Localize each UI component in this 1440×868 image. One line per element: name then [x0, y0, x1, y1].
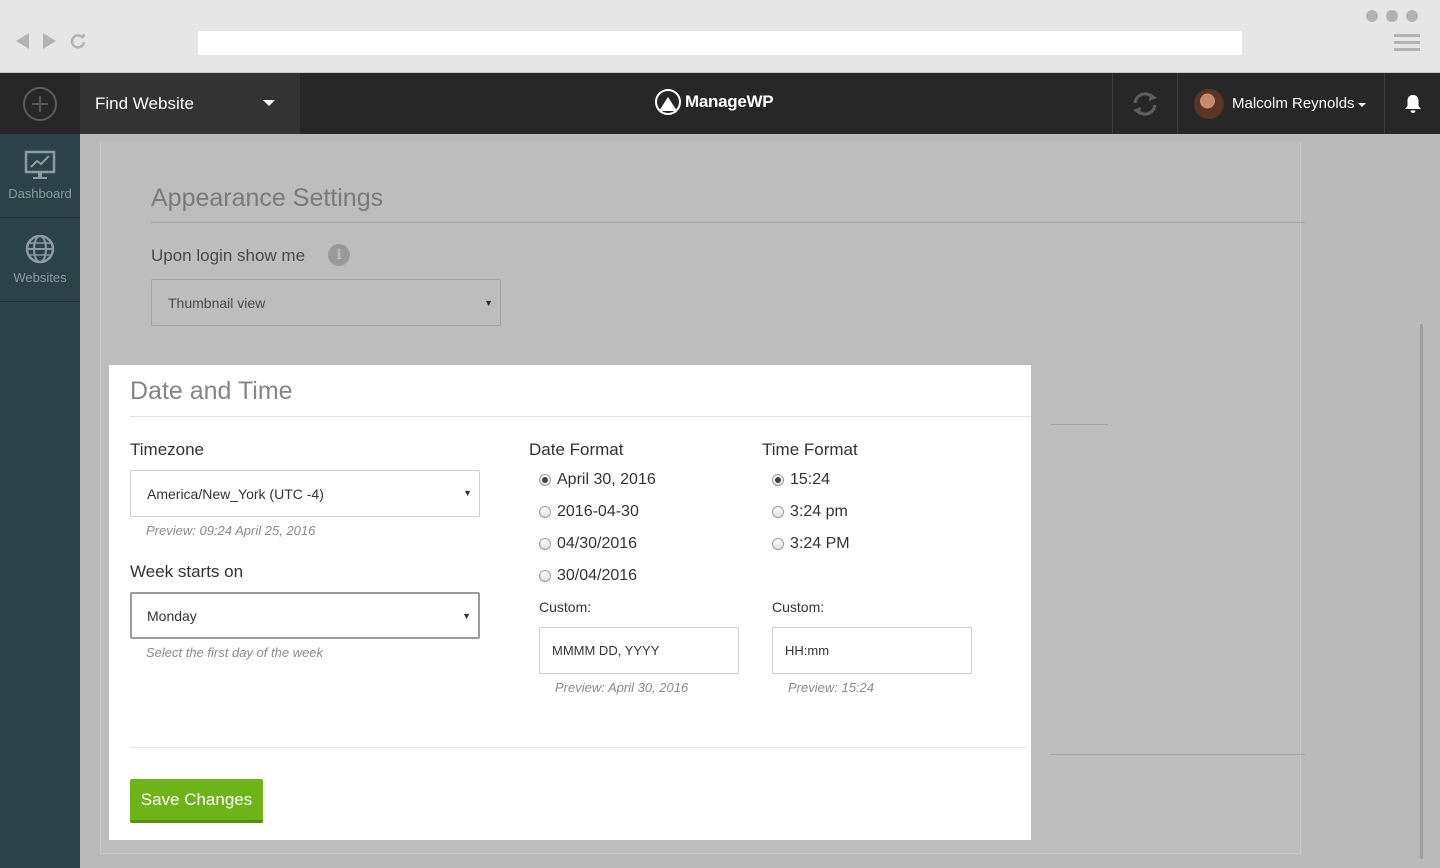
sidebar-item-websites[interactable]: Websites — [0, 218, 80, 302]
radio-button[interactable] — [539, 538, 551, 550]
find-website-label: Find Website — [95, 93, 194, 113]
appearance-settings-title: Appearance Settings — [151, 184, 384, 212]
sync-icon — [1133, 91, 1157, 116]
date-time-card: Date and Time Timezone America/New_York … — [109, 365, 1031, 840]
logo[interactable]: ManageWP — [655, 89, 774, 115]
date-preview: Preview: April 30, 2016 — [555, 680, 689, 695]
time-format-option[interactable]: 3:24 pm — [772, 503, 848, 521]
login-view-label: Upon login show me — [151, 246, 306, 265]
sidebar-item-dashboard[interactable]: Dashboard — [0, 134, 80, 218]
week-start-hint: Select the first day of the week — [146, 645, 324, 660]
user-name: Malcolm Reynolds — [1232, 95, 1355, 112]
divider — [130, 747, 1026, 748]
dropdown-arrow-icon: ▼ — [484, 298, 493, 308]
back-icon[interactable] — [16, 33, 29, 49]
radio-button[interactable] — [772, 538, 784, 550]
time-custom-label: Custom: — [772, 599, 825, 615]
timezone-label: Timezone — [130, 440, 205, 459]
radio-button[interactable] — [539, 474, 551, 486]
scrollbar[interactable] — [1420, 324, 1423, 859]
avatar — [1194, 88, 1224, 119]
login-view-value: Thumbnail view — [168, 295, 266, 311]
week-start-value: Monday — [147, 608, 197, 624]
top-bar: Find Website ManageWP Malcolm Reynolds — [0, 73, 1440, 134]
sidebar: Dashboard Websites — [0, 134, 80, 868]
time-custom-input[interactable] — [772, 627, 972, 674]
user-menu[interactable]: Malcolm Reynolds — [1178, 73, 1384, 134]
date-custom-label: Custom: — [539, 599, 592, 615]
date-custom-input[interactable] — [539, 627, 739, 674]
dashboard-icon — [24, 150, 56, 179]
dropdown-arrow-icon: ▼ — [462, 611, 471, 621]
divider — [1051, 424, 1108, 425]
add-website-button[interactable] — [0, 73, 80, 134]
radio-button[interactable] — [539, 570, 551, 582]
radio-button[interactable] — [772, 506, 784, 518]
time-preview: Preview: 15:24 — [788, 680, 874, 695]
time-format-label: Time Format — [762, 440, 858, 459]
address-bar[interactable] — [198, 31, 1242, 55]
date-format-label: Date Format — [529, 440, 624, 459]
date-format-option[interactable]: 2016-04-30 — [539, 503, 639, 521]
date-format-option[interactable]: April 30, 2016 — [539, 471, 656, 489]
sidebar-item-label: Dashboard — [8, 186, 72, 201]
week-start-select[interactable]: Monday ▼ — [130, 592, 480, 639]
dropdown-arrow-icon: ▼ — [463, 488, 472, 498]
login-view-select[interactable]: Thumbnail view ▼ — [151, 279, 501, 326]
browser-chrome — [0, 0, 1440, 73]
radio-button[interactable] — [539, 506, 551, 518]
notifications-button[interactable] — [1384, 73, 1440, 134]
sync-button[interactable] — [1112, 73, 1178, 134]
browser-nav — [16, 33, 86, 49]
timezone-value: America/New_York (UTC -4) — [147, 486, 324, 502]
radio-button[interactable] — [772, 474, 784, 486]
timezone-preview: Preview: 09:24 April 25, 2016 — [146, 523, 316, 538]
plus-icon — [23, 86, 57, 121]
globe-icon — [25, 234, 55, 264]
info-icon[interactable]: i — [328, 244, 350, 266]
window-dots — [1366, 10, 1418, 22]
reload-icon[interactable] — [70, 33, 86, 49]
time-format-option[interactable]: 15:24 — [772, 471, 830, 489]
managewp-logo-icon — [655, 89, 681, 115]
divider — [151, 222, 1305, 223]
sidebar-item-label: Websites — [13, 270, 67, 285]
date-format-option[interactable]: 04/30/2016 — [539, 535, 637, 553]
logo-text: ManageWP — [685, 92, 774, 111]
save-changes-button[interactable]: Save Changes — [130, 779, 263, 823]
date-time-title: Date and Time — [130, 377, 293, 405]
chevron-down-icon — [263, 100, 275, 106]
timezone-select[interactable]: America/New_York (UTC -4) ▼ — [130, 470, 480, 517]
week-start-label: Week starts on — [130, 562, 244, 581]
forward-icon[interactable] — [43, 33, 56, 49]
chevron-down-icon — [1357, 102, 1366, 107]
bell-icon — [1404, 94, 1421, 113]
browser-menu-icon[interactable] — [1394, 34, 1420, 51]
find-website-dropdown[interactable]: Find Website — [80, 73, 300, 134]
time-format-option[interactable]: 3:24 PM — [772, 535, 850, 553]
divider — [1051, 754, 1305, 755]
date-format-option[interactable]: 30/04/2016 — [539, 567, 637, 585]
divider — [130, 416, 1031, 417]
